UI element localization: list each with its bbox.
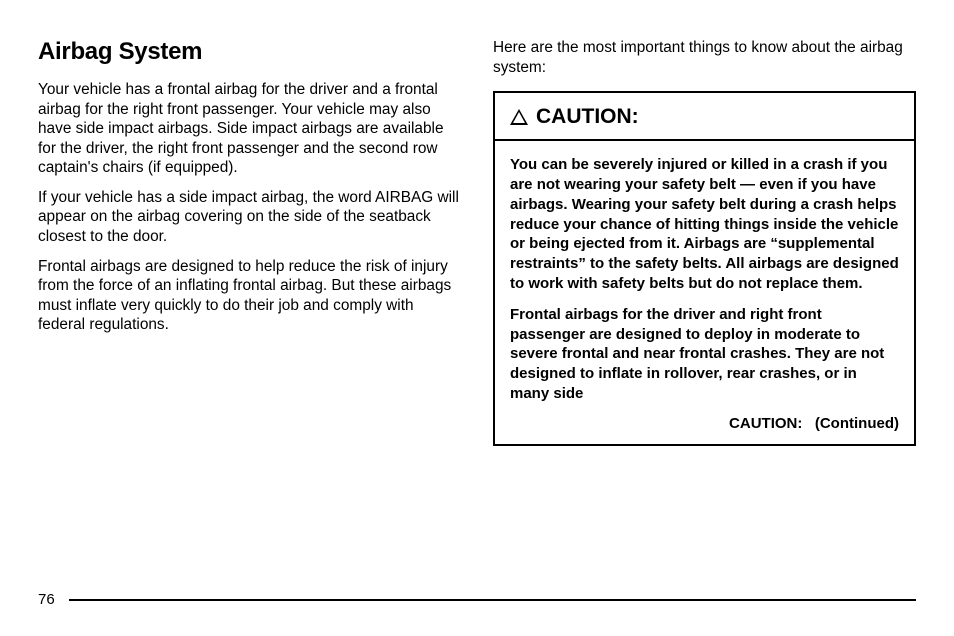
page-content: Airbag System Your vehicle has a frontal… — [38, 38, 916, 578]
intro-paragraph: Here are the most important things to kn… — [493, 38, 916, 77]
right-column: Here are the most important things to kn… — [493, 38, 916, 578]
caution-continued: CAUTION: (Continued) — [510, 415, 899, 432]
caution-header: CAUTION: — [495, 93, 914, 141]
caution-title: CAUTION: — [536, 105, 639, 129]
section-title: Airbag System — [38, 38, 461, 66]
caution-box: CAUTION: You can be severely injured or … — [493, 91, 916, 446]
body-paragraph: Frontal airbags are designed to help red… — [38, 257, 461, 335]
footer-divider — [69, 599, 916, 601]
caution-paragraph: You can be severely injured or killed in… — [510, 155, 899, 294]
body-paragraph: Your vehicle has a frontal airbag for th… — [38, 80, 461, 178]
caution-body: You can be severely injured or killed in… — [495, 141, 914, 444]
left-column: Airbag System Your vehicle has a frontal… — [38, 38, 461, 578]
page-footer: 76 — [38, 591, 916, 608]
caution-paragraph: Frontal airbags for the driver and right… — [510, 305, 899, 404]
page-number: 76 — [38, 591, 55, 608]
warning-triangle-icon — [510, 109, 528, 125]
body-paragraph: If your vehicle has a side impact airbag… — [38, 188, 461, 247]
